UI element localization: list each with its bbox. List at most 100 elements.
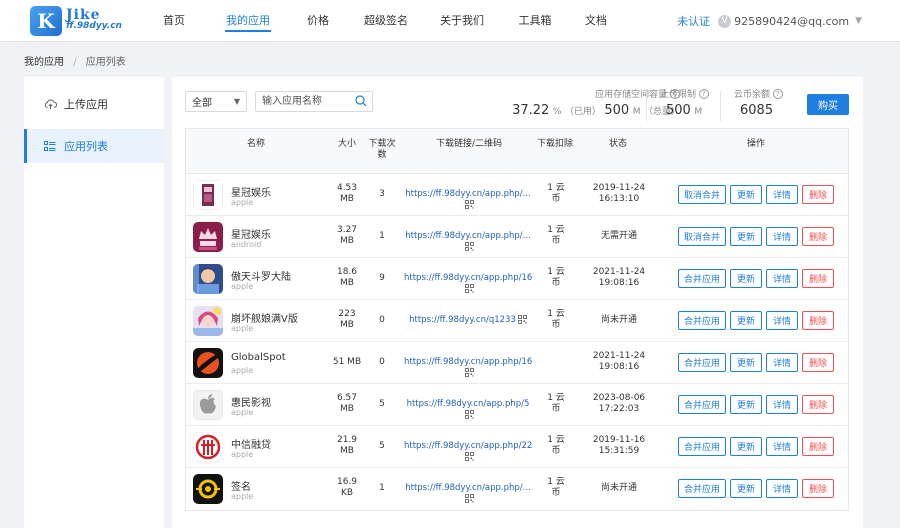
app-name[interactable]: 星冠娱乐 xyxy=(231,226,271,241)
merge-button[interactable]: 取消合并 xyxy=(678,227,726,246)
detail-button[interactable]: 详情 xyxy=(766,185,798,204)
upload-limit-stat: 上传限制 ? 500 M xyxy=(660,87,720,131)
detail-button[interactable]: 详情 xyxy=(766,479,798,498)
xingguan-apple-icon[interactable] xyxy=(193,180,223,210)
detail-button[interactable]: 详情 xyxy=(766,227,798,246)
aotian-game-icon[interactable] xyxy=(193,264,223,294)
platform-filter-select[interactable]: 全部 ▼ xyxy=(185,91,247,112)
update-button[interactable]: 更新 xyxy=(730,185,762,204)
merge-button[interactable]: 合并应用 xyxy=(678,395,726,414)
update-button[interactable]: 更新 xyxy=(730,395,762,414)
nav-toolbox[interactable]: 工具箱 xyxy=(510,0,560,42)
nav-pricing[interactable]: 价格 xyxy=(296,0,340,42)
caret-down-icon[interactable]: ▼ xyxy=(855,16,862,26)
app-name[interactable]: 中信融贷 xyxy=(231,436,271,451)
app-downloads: 3 xyxy=(379,189,385,199)
merge-button[interactable]: 合并应用 xyxy=(678,437,726,456)
qrcode-icon[interactable] xyxy=(464,452,474,465)
qrcode-icon[interactable] xyxy=(464,494,474,507)
site-logo[interactable]: K Jike ff.98dyy.cn xyxy=(30,6,122,36)
delete-button[interactable]: 删除 xyxy=(802,185,834,204)
qrcode-icon[interactable] xyxy=(464,410,474,423)
download-link[interactable]: https://ff.98dyy.cn/app.php/... xyxy=(405,483,531,493)
delete-button[interactable]: 删除 xyxy=(802,395,834,414)
detail-button[interactable]: 详情 xyxy=(766,395,798,414)
nav-my-apps[interactable]: 我的应用 xyxy=(210,0,286,42)
upload-limit-label: 上传限制 xyxy=(660,90,697,100)
xingguan-android-icon[interactable] xyxy=(193,222,223,252)
qrcode-icon[interactable] xyxy=(464,200,474,213)
globalspot-icon[interactable] xyxy=(193,348,223,378)
delete-button[interactable]: 删除 xyxy=(802,437,834,456)
qrcode-icon[interactable] xyxy=(517,315,527,328)
app-name[interactable]: 崩坏舰娘满V版 xyxy=(231,310,298,325)
storage-stat: 应用存储空间容量 ? 37.22 % （已用） 500 M （总量） xyxy=(480,87,680,131)
merge-button[interactable]: 取消合并 xyxy=(678,185,726,204)
app-name[interactable]: 傲天斗罗大陆 xyxy=(231,268,291,283)
apple-logo-icon[interactable] xyxy=(193,390,223,420)
search-icon[interactable] xyxy=(355,95,367,110)
benghuai-game-icon[interactable] xyxy=(193,306,223,336)
qrcode-icon[interactable] xyxy=(464,284,474,297)
delete-button[interactable]: 删除 xyxy=(802,353,834,372)
download-link[interactable]: https://ff.98dyy.cn/app.php/... xyxy=(405,231,531,241)
storage-total: 500 xyxy=(604,103,630,118)
breadcrumb-root[interactable]: 我的应用 xyxy=(24,57,64,68)
update-button[interactable]: 更新 xyxy=(730,269,762,288)
sidebar-item-upload[interactable]: 上传应用 xyxy=(24,87,164,121)
merge-button[interactable]: 合并应用 xyxy=(678,269,726,288)
sidebar-item-app-list[interactable]: 应用列表 xyxy=(24,129,164,163)
app-downloads: 9 xyxy=(379,273,385,283)
detail-button[interactable]: 详情 xyxy=(766,353,798,372)
row-actions: 合并应用 更新 详情 删除 xyxy=(678,311,838,330)
logo-title: Jike xyxy=(66,7,101,23)
update-button[interactable]: 更新 xyxy=(730,311,762,330)
app-name[interactable]: GlobalSpot xyxy=(231,352,286,363)
buy-button[interactable]: 购买 xyxy=(807,94,849,115)
download-link[interactable]: https://ff.98dyy.cn/app.php/... xyxy=(405,189,531,199)
nav-home[interactable]: 首页 xyxy=(150,0,198,42)
app-name[interactable]: 签名 xyxy=(231,478,251,493)
citic-logo-icon[interactable] xyxy=(193,432,223,462)
download-link[interactable]: https://ff.98dyy.cn/q1233 xyxy=(409,315,516,325)
search-input[interactable] xyxy=(256,92,352,111)
merge-button[interactable]: 合并应用 xyxy=(678,311,726,330)
download-link[interactable]: https://ff.98dyy.cn/app.php/5 xyxy=(407,399,530,409)
app-platform: apple xyxy=(231,282,254,291)
detail-button[interactable]: 详情 xyxy=(766,269,798,288)
delete-button[interactable]: 删除 xyxy=(802,479,834,498)
table-row: 签名 apple 16.9 KB 1 https://ff.98dyy.cn/ap… xyxy=(186,468,848,510)
qrcode-icon[interactable] xyxy=(464,368,474,381)
update-button[interactable]: 更新 xyxy=(730,479,762,498)
merge-button[interactable]: 合并应用 xyxy=(678,479,726,498)
help-icon[interactable]: ? xyxy=(772,89,783,99)
app-name[interactable]: 星冠娱乐 xyxy=(231,184,271,199)
update-button[interactable]: 更新 xyxy=(730,227,762,246)
delete-button[interactable]: 删除 xyxy=(802,311,834,330)
download-deduction: 1 云币 xyxy=(547,309,565,330)
app-name[interactable]: 惠民影视 xyxy=(231,394,271,409)
help-icon[interactable]: ? xyxy=(698,89,709,99)
verify-status-link[interactable]: 未认证 xyxy=(677,13,710,29)
status-text: 尚未开通 xyxy=(600,483,637,493)
update-button[interactable]: 更新 xyxy=(730,437,762,456)
sign-app-icon[interactable] xyxy=(193,474,223,504)
table-body: 星冠娱乐 apple 4.53 MB 3 https://ff.98dyy.cn/… xyxy=(186,174,848,510)
app-size: 3.27 MB xyxy=(336,225,358,246)
detail-button[interactable]: 详情 xyxy=(766,437,798,456)
delete-button[interactable]: 删除 xyxy=(802,269,834,288)
detail-button[interactable]: 详情 xyxy=(766,311,798,330)
upload-limit-unit: M xyxy=(694,107,703,117)
download-link[interactable]: https://ff.98dyy.cn/app.php/22 xyxy=(404,441,532,451)
qrcode-icon[interactable] xyxy=(464,242,474,255)
delete-button[interactable]: 删除 xyxy=(802,227,834,246)
merge-button[interactable]: 合并应用 xyxy=(678,353,726,372)
nav-super-sign[interactable]: 超级签名 xyxy=(354,0,418,42)
download-link[interactable]: https://ff.98dyy.cn/app.php/16 xyxy=(404,273,532,283)
download-link[interactable]: https://ff.98dyy.cn/app.php/16 xyxy=(404,357,532,367)
user-email[interactable]: 925890424@qq.com xyxy=(734,15,849,28)
nav-about[interactable]: 关于我们 xyxy=(430,0,494,42)
nav-docs[interactable]: 文档 xyxy=(576,0,616,42)
update-button[interactable]: 更新 xyxy=(730,353,762,372)
status-text: 2019-11-24 16:13:10 xyxy=(592,183,646,204)
